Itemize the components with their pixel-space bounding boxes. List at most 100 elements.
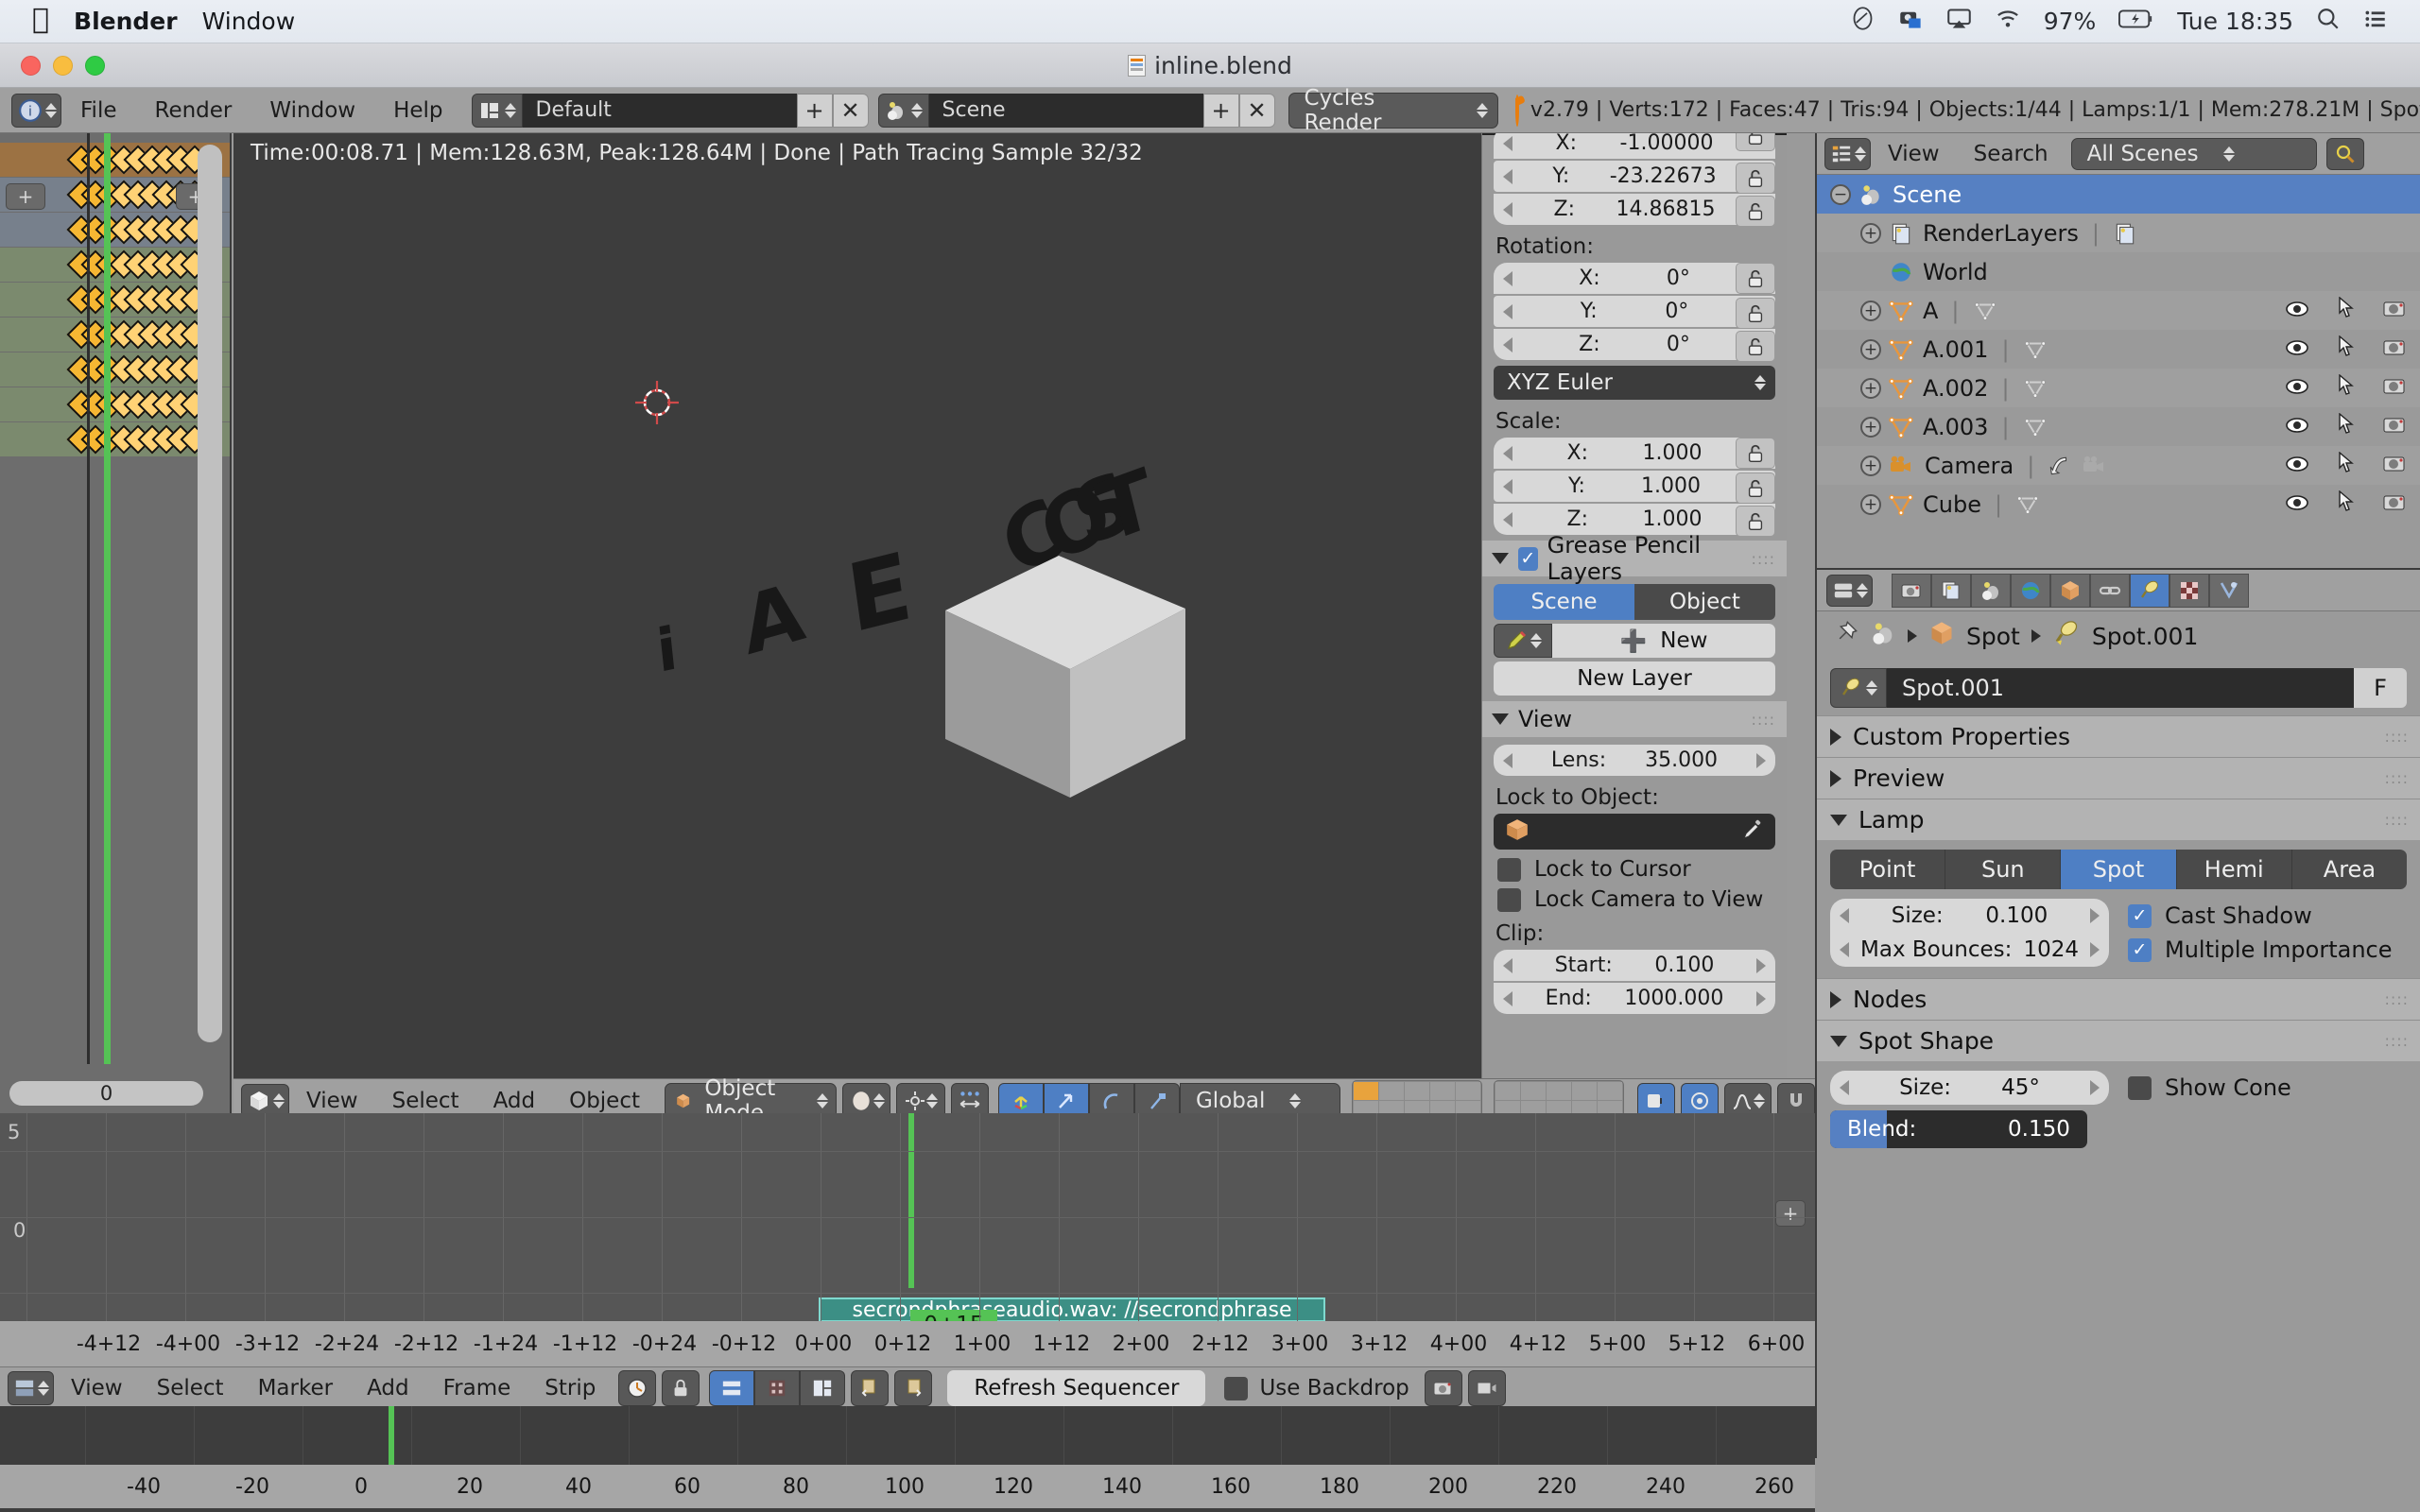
clip-start-field[interactable]: Start: 0.100 — [1494, 950, 1775, 981]
expand-toggle-icon[interactable]: + — [1860, 300, 1881, 321]
keyframe-group[interactable] — [66, 354, 210, 385]
expand-toggle-icon[interactable]: + — [1860, 338, 1881, 360]
lamp-max-bounces-field[interactable]: Max Bounces: 1024 — [1830, 933, 2109, 967]
lock-location-x-button[interactable] — [1736, 133, 1775, 151]
outliner-row[interactable]: + Cube | — [1817, 485, 2420, 524]
use-backdrop-checkbox[interactable] — [1224, 1376, 1249, 1400]
lock-rotation-y-button[interactable] — [1736, 298, 1775, 329]
timeline-playhead[interactable] — [389, 1406, 394, 1465]
scene-selector[interactable]: Scene + ✕ — [877, 93, 1275, 128]
pin-icon[interactable] — [1832, 620, 1858, 652]
outliner-row[interactable]: + A.002 | — [1817, 369, 2420, 407]
eye-icon[interactable] — [2284, 375, 2310, 402]
decrement-arrow-icon[interactable] — [1503, 990, 1512, 1006]
outliner-visibility-toggles[interactable] — [2284, 334, 2407, 364]
3d-viewport[interactable]: Time:00:08.71 | Mem:128.63M, Peak:128.64… — [233, 133, 1481, 1078]
sequencer-menu-view[interactable]: View — [54, 1376, 140, 1400]
increment-arrow-icon[interactable] — [1755, 752, 1766, 768]
lock-scale-x-button[interactable] — [1736, 438, 1775, 469]
lamp-type-hemi[interactable]: Hemi — [2176, 850, 2292, 889]
outliner-tree[interactable]: − Scene + RenderLayers | World + A | + A.001 | + A.00… — [1817, 175, 2420, 524]
lock-camera-to-view-row[interactable]: Lock Camera to View — [1497, 887, 1787, 912]
viewport-properties-panel[interactable]: X: -1.00000 Y: -23.22673 Z: 14.86815 Rot… — [1481, 133, 1787, 1078]
increment-arrow-icon[interactable] — [1756, 990, 1766, 1006]
spot-size-field[interactable]: Size: 45° — [1830, 1071, 2109, 1105]
outliner-row[interactable]: World — [1817, 252, 2420, 291]
mesh-data-icon[interactable] — [2023, 415, 2048, 439]
tab-scene[interactable]: Scene — [1494, 584, 1634, 620]
eyedropper-icon[interactable] — [1741, 818, 1764, 845]
lock-camera-to-view-checkbox[interactable] — [1497, 887, 1521, 912]
sequencer-proxy-button[interactable] — [851, 1370, 890, 1406]
rotation-z-field[interactable]: Z: 0° — [1494, 329, 1775, 360]
animation-data-icon[interactable] — [2048, 454, 2072, 478]
keyframe-group[interactable] — [66, 145, 210, 175]
menu-file[interactable]: File — [61, 98, 136, 123]
sequencer-audio-strip[interactable]: secrondphraseaudio.wav: //secrondphrase — [819, 1297, 1325, 1321]
outliner-visibility-toggles[interactable] — [2284, 372, 2407, 403]
lock-to-cursor-checkbox[interactable] — [1497, 857, 1521, 882]
breadcrumb-lamp-name[interactable]: Spot.001 — [2092, 623, 2199, 650]
breadcrumb-object-name[interactable]: Spot — [1966, 623, 2020, 650]
sequencer-menu-select[interactable]: Select — [140, 1376, 241, 1400]
properties-tab-texture-icon[interactable] — [2169, 573, 2209, 608]
lock-location-z-button[interactable] — [1736, 196, 1775, 227]
properties-tab-particles-icon[interactable] — [2209, 573, 2249, 608]
delete-screen-layout-button[interactable]: ✕ — [832, 93, 869, 128]
sequencer-view-both-button[interactable] — [800, 1370, 846, 1406]
refresh-sequencer-button[interactable]: Refresh Sequencer — [947, 1370, 1206, 1406]
outliner-visibility-toggles[interactable] — [2284, 295, 2407, 325]
lamp-datablock-name-field[interactable]: Spot.001 F — [1830, 668, 2407, 708]
properties-editor[interactable]: Spot Spot.001 Spot.001 F Custom Properti… — [1815, 568, 2420, 1512]
grease-pencil-new-row[interactable]: ➕ New — [1494, 624, 1775, 658]
nodes-panel-header[interactable]: Nodes :::: — [1817, 978, 2420, 1020]
screen-layout-name[interactable]: Default — [522, 93, 797, 128]
editor-type-selector-sequencer[interactable] — [8, 1371, 54, 1405]
outliner-visibility-toggles[interactable] — [2284, 489, 2407, 519]
custom-properties-panel-header[interactable]: Custom Properties :::: — [1817, 715, 2420, 757]
layer-cell[interactable] — [1404, 1082, 1429, 1100]
show-cone-row[interactable]: Show Cone — [2128, 1074, 2407, 1101]
cube-object[interactable] — [938, 554, 1191, 807]
sequencer-auto-keyframe-button[interactable] — [618, 1370, 657, 1406]
rotation-x-field[interactable]: X: 0° — [1494, 263, 1775, 294]
apple-logo-icon[interactable]:  — [32, 5, 49, 34]
expand-toggle-icon[interactable]: + — [1860, 377, 1881, 399]
lamp-type-sun[interactable]: Sun — [1945, 850, 2062, 889]
outliner-menu-view[interactable]: View — [1871, 142, 1957, 166]
expand-toggle-icon[interactable]: + — [1860, 416, 1881, 438]
properties-tab-render-icon[interactable] — [1892, 573, 1931, 608]
render-camera-icon[interactable] — [2382, 374, 2407, 403]
scene-name[interactable]: Scene — [928, 93, 1203, 128]
view-panel-header[interactable]: View :::: — [1482, 701, 1787, 737]
editor-type-selector-info[interactable]: i — [11, 93, 61, 128]
expand-toggle-icon[interactable]: + — [1860, 222, 1881, 244]
cursor-arrow-icon[interactable] — [2337, 334, 2356, 364]
location-z-field[interactable]: Z: 14.86815 — [1494, 194, 1775, 225]
dopesheet-playhead[interactable] — [104, 133, 111, 1064]
search-icon[interactable] — [2316, 7, 2341, 37]
render-camera-icon[interactable] — [2382, 452, 2407, 480]
mesh-data-icon[interactable] — [2023, 376, 2048, 401]
editor-type-selector-properties[interactable] — [1826, 574, 1873, 607]
sequencer-playhead[interactable] — [908, 1113, 914, 1288]
cursor-arrow-icon[interactable] — [2337, 411, 2356, 441]
scale-x-field[interactable]: X: 1.000 — [1494, 438, 1775, 469]
lamp-type-spot[interactable]: Spot — [2061, 850, 2177, 889]
macos-active-app-name[interactable]: Blender — [74, 8, 178, 35]
outliner-display-mode-selector[interactable]: All Scenes — [2070, 137, 2317, 170]
collapse-toggle-icon[interactable]: − — [1830, 183, 1851, 205]
sequencer-lock-button[interactable] — [662, 1370, 700, 1406]
lamp-size-field[interactable]: Size: 0.100 — [1830, 899, 2109, 933]
scene-icon[interactable] — [877, 93, 929, 128]
fake-user-button[interactable]: F — [2354, 668, 2407, 708]
decrement-arrow-icon[interactable] — [1503, 201, 1512, 217]
timeline-ruler[interactable]: -40 -20 0 20 40 60 80 100 120 140 160 180 200 220 240 2… — [0, 1465, 1815, 1508]
layer-cell[interactable] — [1495, 1082, 1520, 1100]
add-screen-layout-button[interactable]: + — [796, 93, 833, 128]
sequencer-view-type-toggles[interactable] — [709, 1370, 846, 1406]
delete-scene-button[interactable]: ✕ — [1238, 93, 1275, 128]
outliner-row[interactable]: + Camera | — [1817, 446, 2420, 485]
video-sequence-editor[interactable]: 5 0 + secrondphraseaudio.wav: //secrondp… — [0, 1113, 1815, 1409]
layer-cell[interactable] — [1429, 1082, 1455, 1100]
